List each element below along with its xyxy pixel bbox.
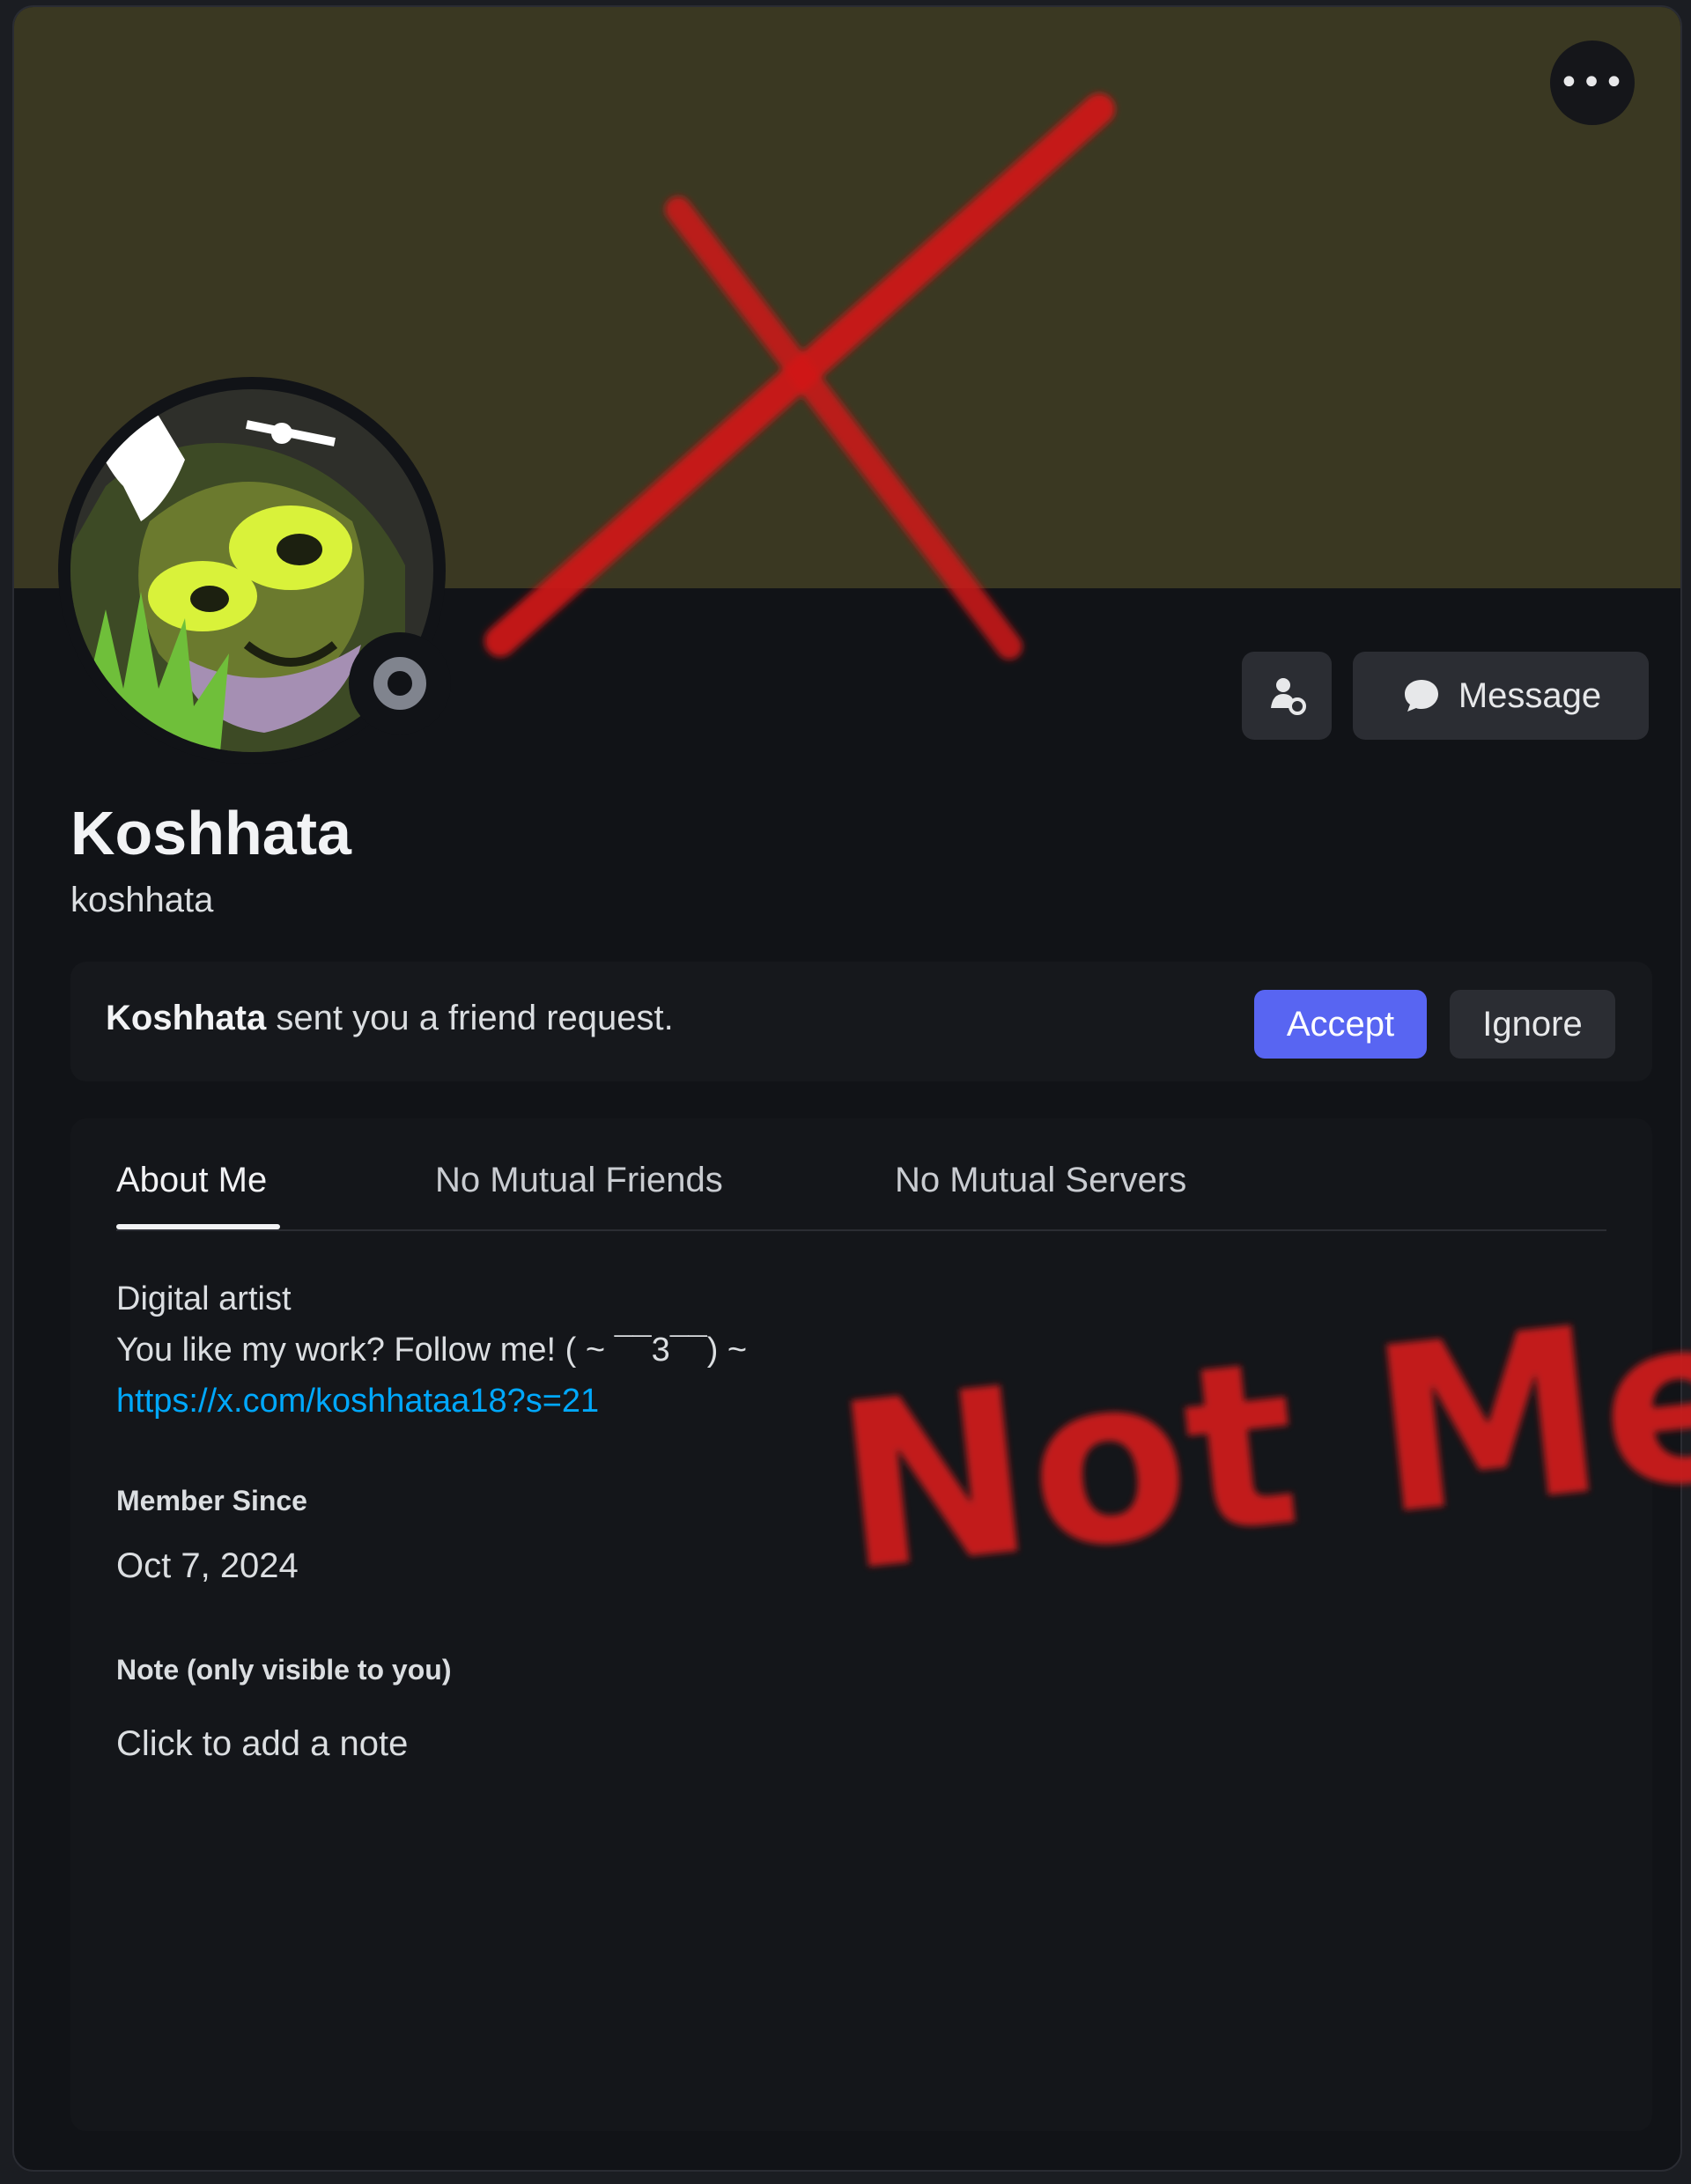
bio-link[interactable]: https://x.com/koshhataa18?s=21 xyxy=(116,1383,599,1420)
avatar[interactable] xyxy=(58,377,451,764)
member-since-date: Oct 7, 2024 xyxy=(116,1546,299,1585)
message-button[interactable]: Message xyxy=(1353,652,1649,740)
tab-divider xyxy=(116,1229,1606,1231)
friend-request-banner: Koshhata sent you a friend request. Acce… xyxy=(70,962,1652,1081)
username: koshhata xyxy=(70,881,214,919)
profile-info-panel: About Me No Mutual Friends No Mutual Ser… xyxy=(70,1118,1652,2131)
bio-line: You like my work? Follow me! ( ~ ¯¯3¯¯) … xyxy=(116,1332,748,1369)
member-since-heading: Member Since xyxy=(116,1485,307,1516)
ignore-button[interactable]: Ignore xyxy=(1450,990,1615,1059)
note-input[interactable]: Click to add a note xyxy=(116,1717,838,1770)
display-name: Koshhata xyxy=(70,799,351,867)
accept-button[interactable]: Accept xyxy=(1254,990,1427,1059)
friend-request-pending-button[interactable] xyxy=(1242,652,1332,740)
friend-request-sender: Koshhata xyxy=(106,999,267,1037)
note-heading: Note (only visible to you) xyxy=(116,1654,452,1686)
friend-request-message: sent you a friend request. xyxy=(266,999,674,1037)
add-friend-pending-icon xyxy=(1271,678,1306,715)
offline-status-icon xyxy=(373,657,426,710)
tab-mutual-servers[interactable]: No Mutual Servers xyxy=(895,1161,1186,1200)
more-options-button[interactable]: ••• xyxy=(1550,41,1635,125)
tab-about-me[interactable]: About Me xyxy=(116,1161,267,1200)
friend-request-text: Koshhata sent you a friend request. xyxy=(106,999,674,1038)
tab-mutual-friends[interactable]: No Mutual Friends xyxy=(435,1161,723,1200)
more-icon: ••• xyxy=(1558,63,1627,103)
status-indicator xyxy=(349,632,451,734)
about-me-bio: Digital artist You like my work? Follow … xyxy=(116,1273,747,1427)
profile-popout: ••• Message Koshhata koshhata Koshhata s… xyxy=(12,5,1682,2172)
chat-bubble-icon xyxy=(1404,680,1438,712)
bio-line: Digital artist xyxy=(116,1280,292,1317)
message-label: Message xyxy=(1458,675,1602,715)
